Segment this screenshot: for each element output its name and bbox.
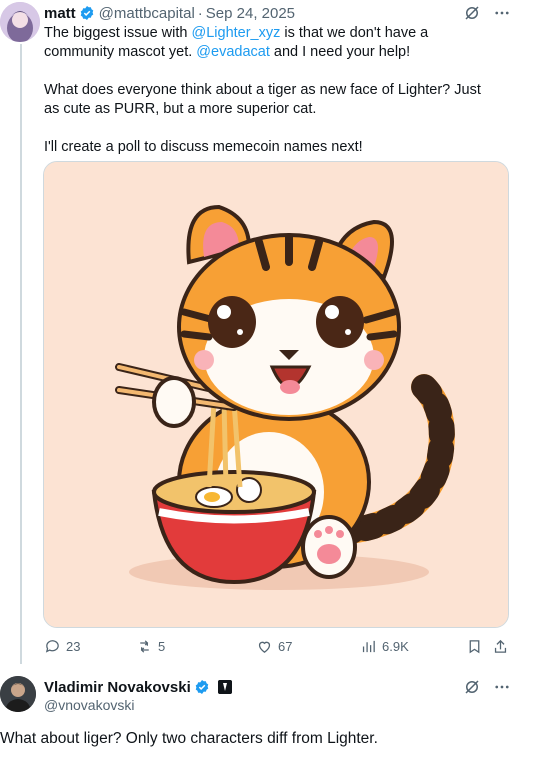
thread-connector-line xyxy=(20,44,22,664)
grok-icon[interactable] xyxy=(463,4,481,22)
reply-author-avatar[interactable] xyxy=(0,676,36,712)
mention-link-lighter[interactable]: @Lighter_xyz xyxy=(192,25,281,41)
author-avatar[interactable] xyxy=(0,2,40,42)
tweet-paragraph: What does everyone think about a tiger a… xyxy=(44,82,481,117)
share-icon xyxy=(494,639,507,653)
tweet-paragraph: I'll create a poll to discuss memecoin n… xyxy=(44,139,363,155)
reply-top-icons xyxy=(463,678,511,696)
reply-header: Vladimir Novakovski xyxy=(44,677,232,697)
author-name[interactable]: matt xyxy=(44,5,76,22)
views-count: 6.9K xyxy=(382,639,409,654)
text-segment: The biggest issue with xyxy=(44,25,192,41)
tweet-date[interactable]: Sep 24, 2025 xyxy=(206,5,295,22)
like-button[interactable]: 67 xyxy=(256,638,292,655)
like-count: 67 xyxy=(278,639,293,654)
repost-icon xyxy=(140,640,149,653)
reply-author-name[interactable]: Vladimir Novakovski xyxy=(44,679,191,696)
repost-count: 5 xyxy=(158,639,166,654)
tweet-header: matt @mattbcapital · Sep 24, 2025 xyxy=(44,2,295,24)
tweet-media-image[interactable] xyxy=(43,161,509,628)
verified-badge-icon xyxy=(80,6,93,20)
more-icon[interactable] xyxy=(493,4,511,22)
tiger-illustration xyxy=(44,162,508,627)
affiliate-badge-icon[interactable] xyxy=(217,680,232,694)
reply-author-handle[interactable]: @vnovakovski xyxy=(44,697,134,713)
repost-button[interactable]: 5 xyxy=(136,638,165,655)
share-button[interactable] xyxy=(492,638,509,655)
reply-button[interactable]: 23 xyxy=(44,638,80,655)
views-button[interactable]: 6.9K xyxy=(360,638,409,655)
tweet-text: The biggest issue with @Lighter_xyz is t… xyxy=(44,24,494,176)
tweet-paragraph: The biggest issue with @Lighter_xyz is t… xyxy=(44,24,494,62)
reply-icon xyxy=(45,640,59,653)
tweet-actions: 23 5 67 6.9K xyxy=(44,638,514,658)
bookmark-button[interactable] xyxy=(466,638,483,655)
verified-badge-icon xyxy=(195,680,209,694)
reply-text: What about liger? Only two characters di… xyxy=(0,730,378,747)
views-icon xyxy=(362,640,375,653)
bookmark-icon xyxy=(469,640,480,654)
like-icon xyxy=(258,641,271,653)
author-handle[interactable]: @mattbcapital xyxy=(99,5,195,22)
more-icon[interactable] xyxy=(493,678,511,696)
text-segment: and I need your help! xyxy=(269,44,411,60)
grok-icon[interactable] xyxy=(463,678,481,696)
header-separator: · xyxy=(197,4,203,22)
tweet-top-icons xyxy=(463,4,511,22)
reply-count: 23 xyxy=(66,639,81,654)
mention-link-evadacat[interactable]: @evadacat xyxy=(196,44,270,60)
